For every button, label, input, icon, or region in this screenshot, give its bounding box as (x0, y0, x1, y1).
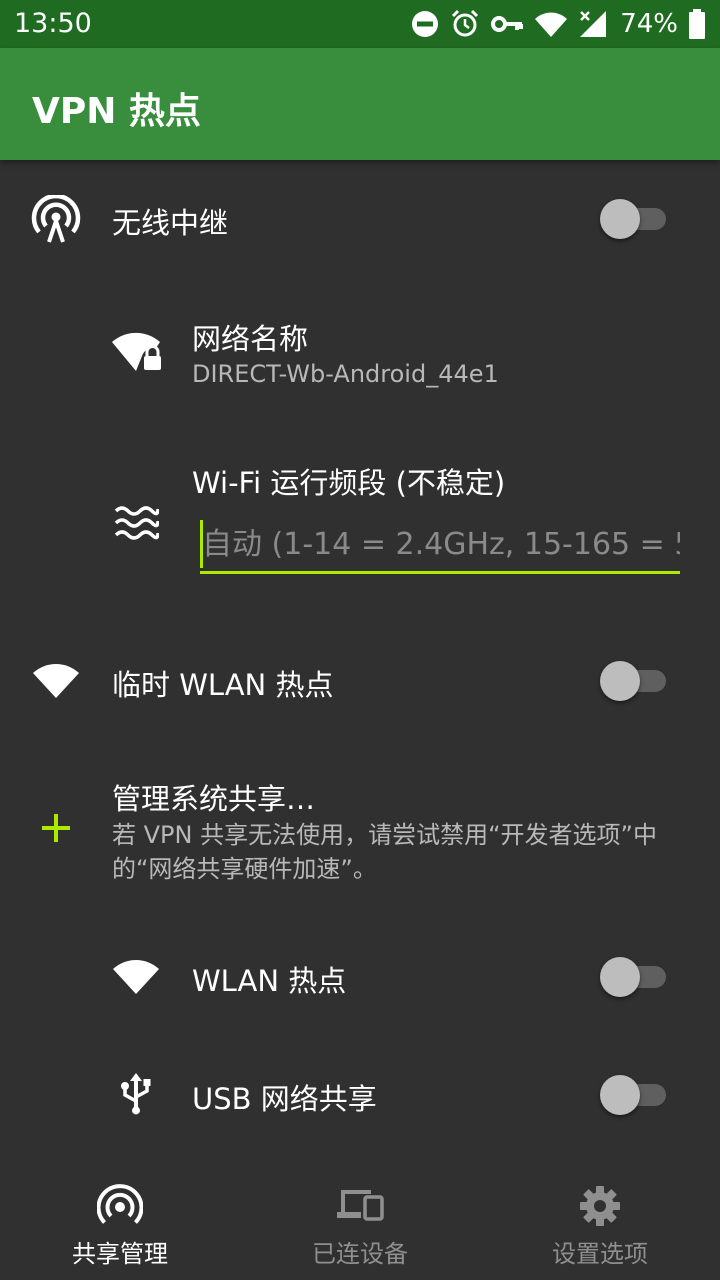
temp-hotspot-row[interactable]: 临时 WLAN 热点 (0, 620, 720, 740)
temp-hotspot-switch[interactable] (600, 660, 666, 701)
status-time: 13:50 (14, 8, 92, 39)
app-title: VPN 热点 (32, 91, 201, 132)
add-icon (38, 810, 74, 846)
wifi-icon (32, 660, 80, 700)
tab-devices[interactable]: 已连设备 (240, 1168, 480, 1280)
repeater-row[interactable]: 无线中继 (0, 160, 720, 280)
switch-thumb (600, 1075, 640, 1115)
network-name-label: 网络名称 (192, 322, 309, 356)
battery-percent: 74% (620, 9, 678, 39)
wifi-band-input[interactable] (200, 516, 680, 572)
usb-tethering-row[interactable]: USB 网络共享 (0, 1036, 720, 1156)
switch-thumb (600, 957, 640, 997)
switch-thumb (600, 199, 640, 239)
manage-tethering-summary: 若 VPN 共享无法使用，请尝试禁用“开发者选项”中的“网络共享硬件加速”。 (112, 821, 657, 883)
usb-icon (114, 1070, 158, 1120)
app-bar: VPN 热点 (0, 48, 720, 160)
wifi-band-label: Wi-Fi 运行频段 (不稳定) (192, 466, 506, 500)
status-bar: 13:50 74% (0, 0, 720, 48)
alarm-icon (452, 9, 479, 37)
wifi-band-input-wrap[interactable] (200, 516, 680, 576)
bottom-navigation: 共享管理 已连设备 设置选项 (0, 1168, 720, 1280)
input-underline (200, 571, 680, 574)
repeater-label: 无线中继 (112, 206, 229, 240)
tab-devices-label: 已连设备 (312, 1240, 408, 1268)
devices-icon (240, 1184, 480, 1232)
wlan-hotspot-switch[interactable] (600, 956, 666, 997)
tethering-icon (0, 1184, 240, 1232)
network-name-value: DIRECT-Wb-Android_44e1 (192, 360, 499, 388)
wifi-tethering-icon (30, 194, 82, 246)
waves-icon (112, 500, 160, 546)
usb-tethering-switch[interactable] (600, 1074, 666, 1115)
repeater-switch[interactable] (600, 198, 666, 239)
wifi-lock-icon (110, 326, 164, 374)
wifi-icon (112, 956, 160, 996)
status-icons: 74% (410, 6, 706, 42)
tab-tethering[interactable]: 共享管理 (0, 1168, 240, 1280)
battery-icon (689, 9, 705, 39)
switch-thumb (600, 661, 640, 701)
manage-tethering-label: 管理系统共享… (112, 782, 316, 816)
tab-settings[interactable]: 设置选项 (480, 1168, 720, 1280)
vpn-key-icon (491, 16, 524, 32)
tab-tethering-label: 共享管理 (72, 1240, 168, 1268)
wlan-hotspot-label: WLAN 热点 (192, 964, 347, 998)
signal-icon (580, 11, 607, 37)
wifi-icon (535, 12, 568, 37)
wlan-hotspot-row[interactable]: WLAN 热点 (0, 916, 720, 1036)
do-not-disturb-icon (412, 11, 439, 37)
temp-hotspot-label: 临时 WLAN 热点 (112, 668, 334, 702)
text-cursor (200, 520, 203, 568)
settings-gear-icon (480, 1184, 720, 1232)
network-name-row[interactable]: 网络名称 DIRECT-Wb-Android_44e1 (0, 290, 720, 420)
tab-settings-label: 设置选项 (552, 1240, 648, 1268)
usb-tethering-label: USB 网络共享 (192, 1082, 377, 1116)
